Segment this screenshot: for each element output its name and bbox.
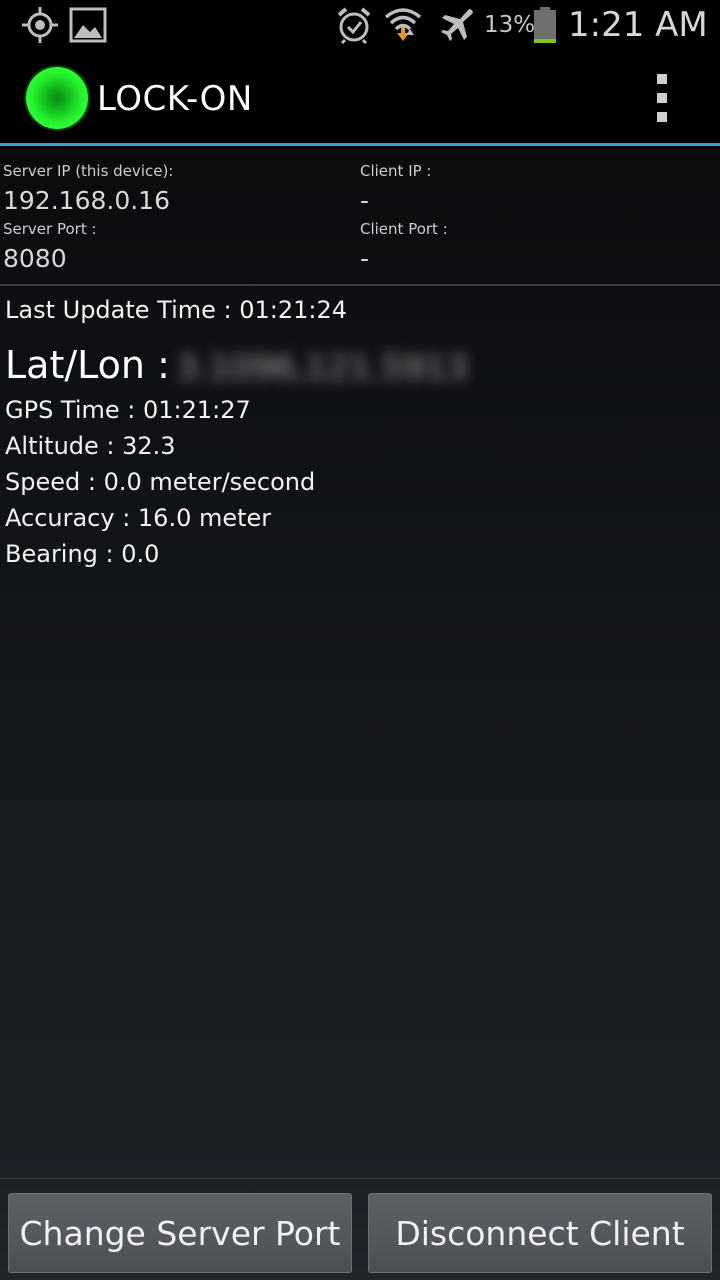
server-port-value: 8080 [3,244,67,273]
last-update-time: Last Update Time : 01:21:24 [5,296,348,324]
gps-icon [18,0,62,50]
connection-panel: Server IP (this device): 192.168.0.16 Se… [0,146,720,286]
battery-icon [532,0,558,50]
client-ip-value: - [360,186,370,215]
battery-percent: 13% [484,12,536,38]
app-title: LOCK-ON [97,79,253,119]
wifi-icon [382,0,424,50]
menu-dot [657,93,667,103]
button-bar: Change Server Port Disconnect Client [0,1178,720,1280]
disconnect-client-button[interactable]: Disconnect Client [368,1193,712,1273]
server-ip-label: Server IP (this device): [3,162,174,180]
app-logo-icon[interactable] [26,67,88,129]
server-ip-value: 192.168.0.16 [3,186,170,215]
airplane-icon [438,0,476,50]
latlon-label: Lat/Lon : [5,343,170,387]
action-bar: LOCK-ON [0,50,720,146]
server-port-label: Server Port : [3,220,97,238]
altitude: Altitude : 32.3 [5,432,176,460]
alarm-icon [334,0,374,50]
menu-dot [657,112,667,122]
client-ip-label: Client IP : [360,162,432,180]
client-port-label: Client Port : [360,220,448,238]
status-bar: 13% 1:21 AM [0,0,720,50]
image-icon [68,0,108,50]
latlon-value: 3.1096,121.5913 [176,348,469,388]
menu-dot [657,74,667,84]
clock: 1:21 AM [568,5,708,45]
speed: Speed : 0.0 meter/second [5,468,316,496]
screen: 13% 1:21 AM LOCK-ON Server IP (this devi… [0,0,720,1280]
overflow-menu-icon[interactable] [648,70,678,126]
change-server-port-button[interactable]: Change Server Port [8,1193,352,1273]
accuracy: Accuracy : 16.0 meter [5,504,272,532]
gps-time: GPS Time : 01:21:27 [5,396,251,424]
client-port-value: - [360,244,370,273]
bearing: Bearing : 0.0 [5,540,160,568]
